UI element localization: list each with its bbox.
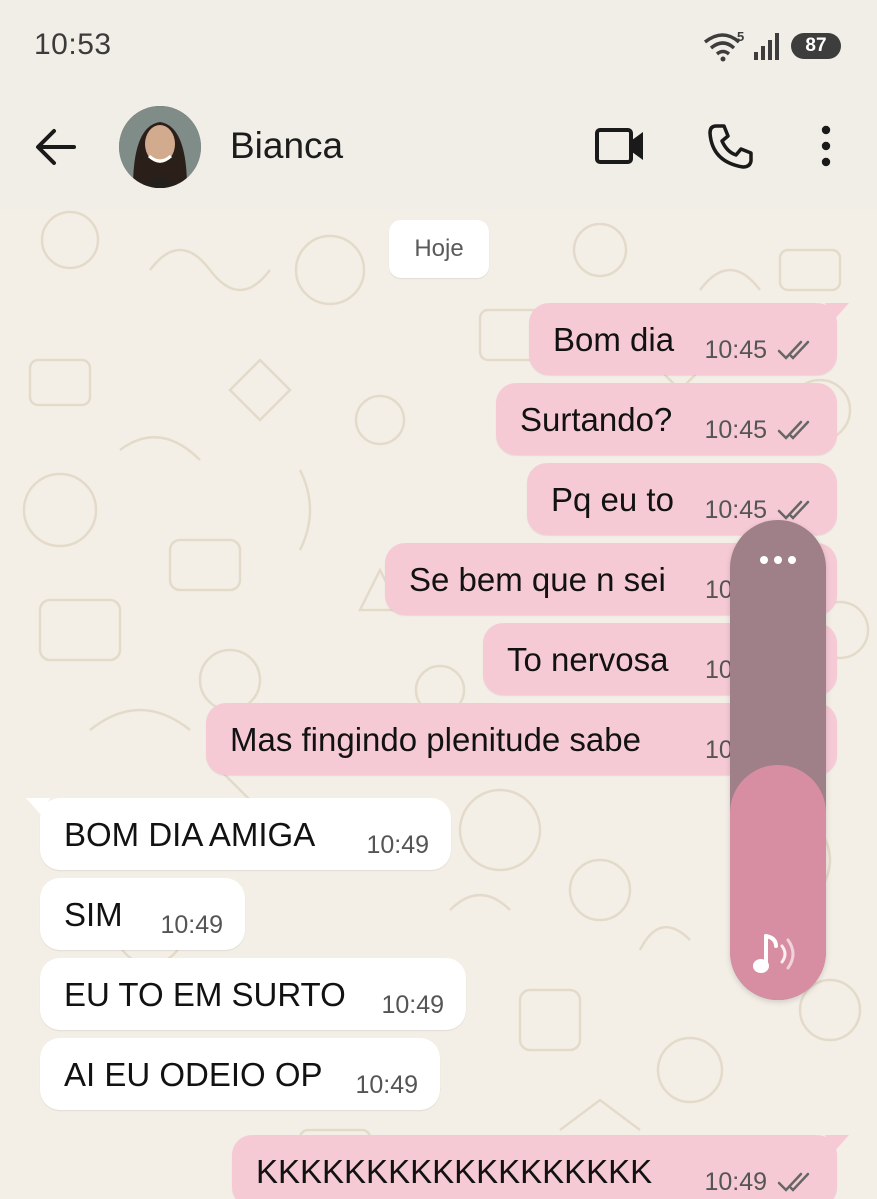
message-text: SIM	[64, 896, 123, 933]
message-text: Mas fingindo plenitude sabe	[230, 721, 641, 758]
message-time: 10:49	[366, 831, 429, 859]
message-time: 10:49	[160, 911, 223, 939]
message-bubble-outgoing[interactable]: Surtando? 10:45	[496, 383, 837, 455]
double-check-icon	[777, 420, 810, 440]
message-bubble-incoming[interactable]: AI EU ODEIO OP 10:49	[40, 1038, 440, 1110]
message-time: 10:49	[355, 1071, 418, 1099]
message-time: 10:49	[381, 991, 444, 1019]
message-time: 10:45	[704, 496, 767, 524]
message-time: 10	[705, 656, 733, 684]
message-bubble-incoming[interactable]: BOM DIA AMIGA 10:49	[26, 798, 451, 870]
bubble-tail	[825, 1135, 849, 1153]
status-bar: 10:53 5 87	[0, 0, 877, 92]
message-text: KKKKKKKKKKKKKKKKKK	[256, 1153, 653, 1190]
double-check-icon	[777, 500, 810, 520]
message-time: 10:45	[704, 336, 767, 364]
arrow-left-icon[interactable]	[34, 128, 76, 166]
volume-slider[interactable]	[730, 520, 826, 1000]
avatar[interactable]	[119, 106, 201, 188]
message-time: 10	[705, 736, 733, 764]
double-check-icon	[777, 340, 810, 360]
message-text: Surtando?	[520, 401, 673, 438]
message-text: Se bem que n sei	[409, 561, 666, 598]
phone-icon[interactable]	[706, 122, 754, 170]
date-chip: Hoje	[389, 220, 489, 278]
wifi-badge: 5	[737, 30, 744, 44]
message-bubble-outgoing[interactable]: KKKKKKKKKKKKKKKKKK 10:49	[232, 1135, 849, 1199]
message-time: 10	[705, 576, 733, 604]
status-time: 10:53	[34, 28, 112, 61]
wifi-icon: 5	[703, 30, 744, 62]
message-bubble-incoming[interactable]: EU TO EM SURTO 10:49	[40, 958, 466, 1030]
message-text: Bom dia	[553, 321, 675, 358]
message-text: Pq eu to	[551, 481, 674, 518]
message-time: 10:49	[704, 1168, 767, 1196]
music-note-volume-icon[interactable]	[750, 930, 806, 978]
video-call-icon[interactable]	[594, 126, 646, 166]
message-text: BOM DIA AMIGA	[64, 816, 316, 853]
message-text: EU TO EM SURTO	[64, 976, 346, 1013]
bubble-tail	[26, 798, 50, 816]
signal-icon	[754, 33, 779, 60]
message-text: AI EU ODEIO OP	[64, 1056, 323, 1093]
more-horizontal-icon[interactable]	[758, 554, 798, 566]
message-bubble-incoming[interactable]: SIM 10:49	[40, 878, 245, 950]
message-text: To nervosa	[507, 641, 669, 678]
battery-icon: 87	[791, 33, 841, 59]
message-bubble-outgoing[interactable]: Bom dia 10:45	[529, 303, 849, 375]
message-time: 10:45	[704, 416, 767, 444]
more-vertical-icon[interactable]	[816, 124, 836, 168]
double-check-icon	[777, 1172, 810, 1192]
bubble-tail	[825, 303, 849, 321]
avatar-photo	[119, 106, 201, 188]
chat-header: Bianca	[0, 92, 877, 210]
contact-name[interactable]: Bianca	[230, 125, 343, 167]
